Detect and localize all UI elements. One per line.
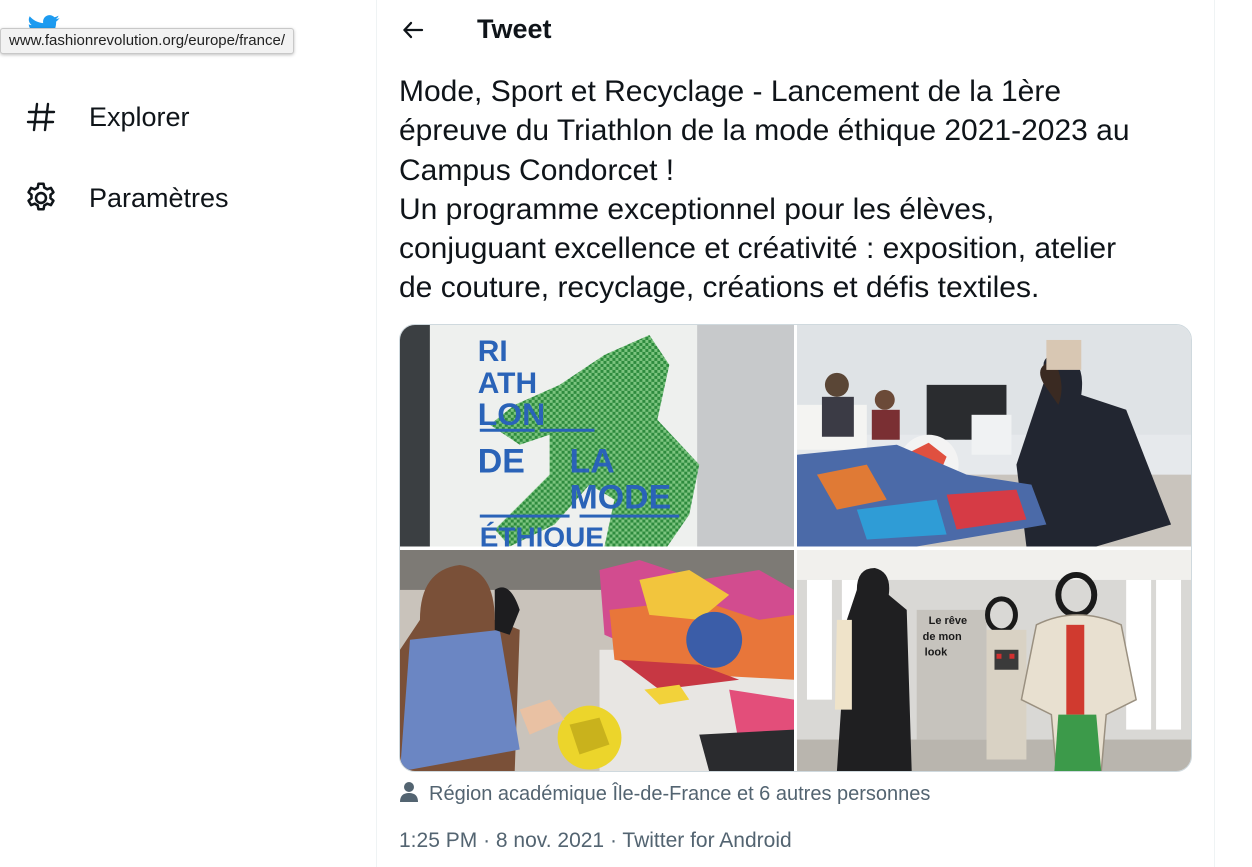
sign-text: de mon xyxy=(923,630,962,642)
poster-word: LA xyxy=(570,443,615,481)
meta-separator: · xyxy=(483,829,491,852)
sign-text: look xyxy=(925,646,948,658)
tweet-text-line: Un programme exceptionnel pour les élève… xyxy=(399,192,995,226)
link-url-tooltip: www.fashionrevolution.org/europe/france/ xyxy=(0,28,294,54)
user-icon xyxy=(399,781,419,808)
tweet-text: Mode, Sport et Recyclage - Lancement de … xyxy=(399,72,1199,308)
poster-word: ÉTHIQUE xyxy=(480,521,604,546)
sidebar-item-label: Explorer xyxy=(89,101,190,132)
tweet-source[interactable]: Twitter for Android xyxy=(622,829,791,852)
photo-poster[interactable]: RI ATH LON DE LA MODE ÉTHIQUE xyxy=(400,325,794,547)
hashtag-icon xyxy=(22,98,60,136)
sidebar: www.fashionrevolution.org/europe/france/… xyxy=(0,0,376,867)
tweet-detail-column: Tweet Mode, Sport et Recyclage - Lanceme… xyxy=(377,0,1214,867)
sidebar-item-label: Paramètres xyxy=(89,182,229,213)
poster-word: RI xyxy=(478,335,508,368)
tweet-time[interactable]: 1:25 PM xyxy=(399,829,477,852)
photo-exhibition[interactable]: Le rêve de mon look xyxy=(797,549,1191,771)
sidebar-item-explorer[interactable]: Explorer xyxy=(22,92,190,142)
tagged-people-text: Région académique Île-de-France et 6 aut… xyxy=(429,782,931,805)
poster-word: DE xyxy=(478,443,525,481)
tweet-text-line: Mode, Sport et Recyclage - Lancement de … xyxy=(399,75,1062,108)
meta-separator: · xyxy=(609,829,617,852)
column-divider xyxy=(1214,0,1215,867)
poster-word: LON xyxy=(478,396,545,432)
poster-word: MODE xyxy=(570,479,672,517)
photo-ball-recycling[interactable] xyxy=(400,549,794,771)
page-title: Tweet xyxy=(477,14,552,44)
photo-sewing-workshop[interactable] xyxy=(797,325,1191,547)
tweet-text-line: conjuguant excellence et créativité : ex… xyxy=(399,232,1117,266)
page-header: Tweet xyxy=(377,0,1214,62)
twitter-logo-icon[interactable] xyxy=(24,12,64,28)
tweet-date[interactable]: 8 nov. 2021 xyxy=(496,829,604,852)
tagged-people[interactable]: Région académique Île-de-France et 6 aut… xyxy=(399,780,930,808)
tweet-media-grid: RI ATH LON DE LA MODE ÉTHIQUE Le rêve de… xyxy=(399,324,1192,772)
gear-icon xyxy=(22,179,60,217)
sidebar-item-parametres[interactable]: Paramètres xyxy=(22,173,229,223)
tweet-text-line: de couture, recyclage, créations et défi… xyxy=(399,271,1040,305)
sign-text: Le rêve xyxy=(929,614,967,626)
tweet-metadata: 1:25 PM · 8 nov. 2021 · Twitter for Andr… xyxy=(399,829,792,853)
tweet-text-line: Campus Condorcet ! xyxy=(399,153,675,187)
tweet-text-line: épreuve du Triathlon de la mode éthique … xyxy=(399,114,1130,148)
back-arrow-icon[interactable] xyxy=(397,12,429,48)
